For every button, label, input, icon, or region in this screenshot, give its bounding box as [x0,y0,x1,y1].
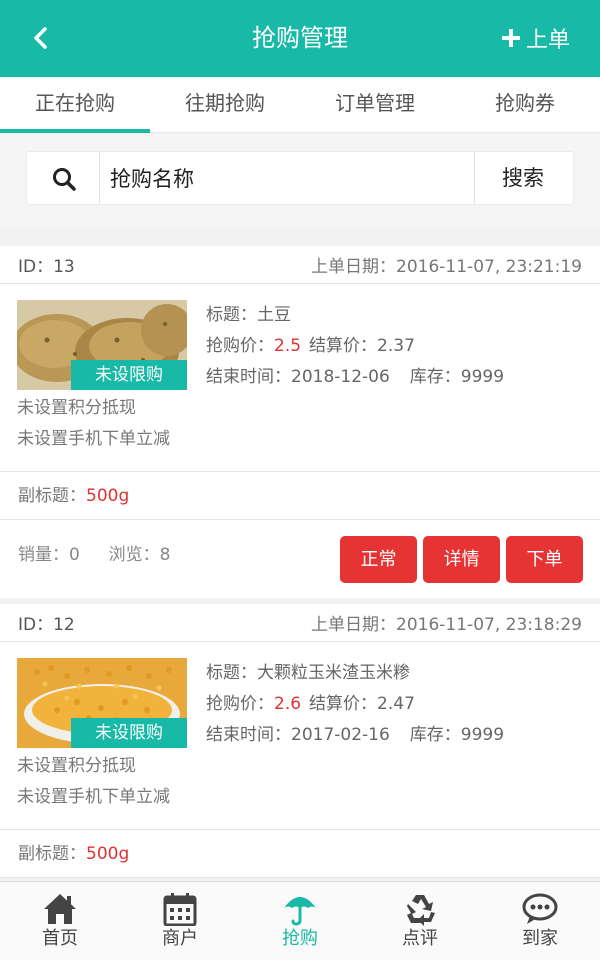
stock: 库存：9999 [409,367,505,387]
chat-icon [522,893,558,924]
title-row: 标题：大颗粒玉米渣玉米糁 [206,658,504,689]
product-title: 土豆 [257,305,291,325]
nav-label: 点评 [402,928,438,949]
tab-orders[interactable]: 订单管理 [300,77,450,132]
nav-label: 商户 [162,928,198,949]
subtitle-row: 副标题：500g [0,830,600,878]
end-row: 结束时间：2017-02-16 库存：9999 [206,720,504,751]
mobile-discount-note: 未设置手机下单立减 [17,429,170,449]
stats: 销量：0 浏览：8 [18,540,170,565]
purchase-limit-badge: 未设限购 [71,718,187,748]
flash-price: 2.6 [274,694,302,714]
end-time: 结束时间：2017-02-16 [206,725,390,745]
add-listing-label: 上单 [525,28,570,53]
nav-label: 到家 [522,928,558,949]
card-body: 未设限购 标题：土豆 抢购价：2.5 结算价：2.37 结束时间：2018-12-… [0,284,600,472]
mobile-discount-note: 未设置手机下单立减 [17,787,170,807]
subtitle-prefix: 副标题： [18,486,86,506]
home-icon [44,894,76,924]
sales-count: 销量：0 [18,545,80,565]
product-image[interactable]: 未设限购 [17,300,187,390]
product-title: 大颗粒玉米渣玉米糁 [257,663,410,683]
settle-price: 结算价：2.37 [309,336,415,356]
product-id: ID：13 [18,257,75,277]
bottom-nav: 首页 商户 抢购 点评 到家 [0,881,600,960]
search-icon [53,168,76,191]
tab-ongoing[interactable]: 正在抢购 [0,77,150,133]
plus-icon [501,29,520,47]
card-body: 未设限购 标题：大颗粒玉米渣玉米糁 抢购价：2.6 结算价：2.47 结束时间：2… [0,642,600,830]
search-input[interactable] [99,152,475,204]
title-row: 标题：土豆 [206,300,504,331]
price-row: 抢购价：2.6 结算价：2.47 [206,689,504,720]
detail-button[interactable]: 详情 [423,536,500,583]
product-id: ID：12 [18,615,75,635]
view-count: 浏览：8 [108,545,171,565]
end-row: 结束时间：2018-12-06 库存：9999 [206,362,504,393]
action-row: 销量：0 浏览：8 正常 详情 下单 [0,520,600,598]
price-prefix: 抢购价： [206,336,274,356]
stock: 库存：9999 [409,725,505,745]
search-area: 搜索 [0,134,600,228]
promo-notes: 未设置积分抵现 未设置手机下单立减 [17,751,170,813]
product-info: 标题：土豆 抢购价：2.5 结算价：2.37 结束时间：2018-12-06 库存：… [206,300,504,393]
price-prefix: 抢购价： [206,694,274,714]
subtitle-value: 500g [86,844,130,864]
card-header: ID：13 上单日期：2016-11-07, 23:21:19 [0,246,600,284]
product-info: 标题：大颗粒玉米渣玉米糁 抢购价：2.6 结算价：2.47 结束时间：2017-0… [206,658,504,751]
nav-label: 首页 [42,928,78,949]
purchase-limit-badge: 未设限购 [71,360,187,390]
price-row: 抢购价：2.5 结算价：2.37 [206,331,504,362]
end-time: 结束时间：2018-12-06 [206,367,390,387]
card-header: ID：12 上单日期：2016-11-07, 23:18:29 [0,604,600,642]
title-prefix: 标题： [206,663,257,683]
subtitle-value: 500g [86,486,130,506]
add-listing-button[interactable]: 上单 [501,20,570,56]
search-box: 搜索 [26,151,574,205]
listing-date: 上单日期：2016-11-07, 23:21:19 [311,257,582,277]
status-button[interactable]: 正常 [340,536,417,583]
product-image[interactable]: 未设限购 [17,658,187,748]
title-prefix: 标题： [206,305,257,325]
nav-delivery[interactable]: 到家 [480,882,600,960]
subtitle-row: 副标题：500g [0,472,600,520]
listing-date: 上单日期：2016-11-07, 23:18:29 [311,615,582,635]
calendar-icon [163,893,197,926]
tab-coupons[interactable]: 抢购券 [450,77,600,132]
nav-home[interactable]: 首页 [0,882,120,960]
search-button[interactable]: 搜索 [473,152,573,204]
action-buttons: 正常 详情 下单 [340,536,583,583]
product-card: ID：13 上单日期：2016-11-07, 23:21:19 未设限购 标题：… [0,246,600,598]
nav-merchant[interactable]: 商户 [120,882,240,960]
promo-notes: 未设置积分抵现 未设置手机下单立减 [17,393,170,455]
points-note: 未设置积分抵现 [17,398,136,418]
order-button[interactable]: 下单 [506,536,583,583]
product-card: ID：12 上单日期：2016-11-07, 23:18:29 未设限购 标题：… [0,604,600,878]
tab-bar: 正在抢购 往期抢购 订单管理 抢购券 [0,77,600,133]
flash-price: 2.5 [274,336,302,356]
settle-price: 结算价：2.47 [309,694,415,714]
nav-flash-sale[interactable]: 抢购 [240,882,360,960]
top-bar: 抢购管理 上单 [0,0,600,77]
tab-past[interactable]: 往期抢购 [150,77,300,132]
nav-label: 抢购 [282,928,318,949]
umbrella-icon [284,897,316,926]
subtitle-prefix: 副标题： [18,844,86,864]
nav-review[interactable]: 点评 [360,882,480,960]
recycle-icon [407,895,435,926]
points-note: 未设置积分抵现 [17,756,136,776]
